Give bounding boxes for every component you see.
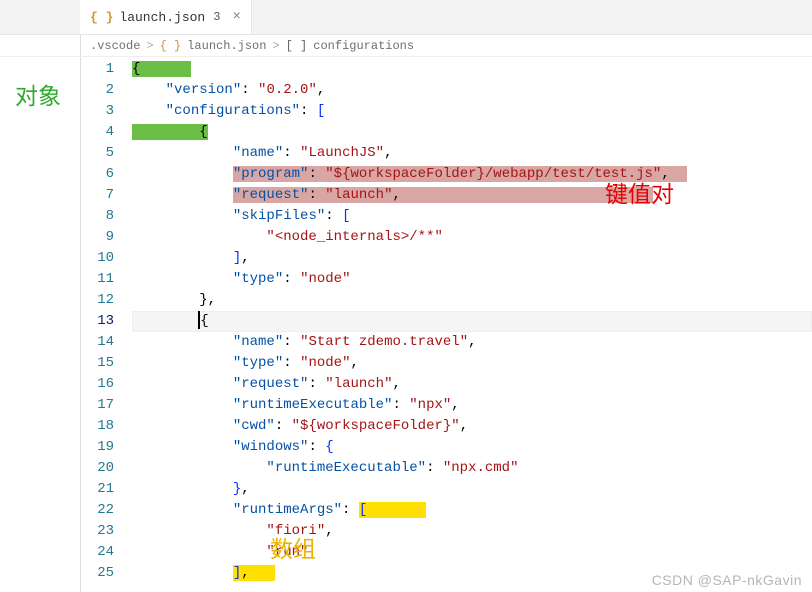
code-line: "fiori",	[132, 521, 812, 542]
json-icon: { }	[90, 10, 113, 25]
breadcrumb-folder[interactable]: .vscode	[90, 39, 140, 53]
code-line: "runtimeExecutable": "npx",	[132, 395, 812, 416]
code-line: "cwd": "${workspaceFolder}",	[132, 416, 812, 437]
code-line: "request": "launch",	[132, 374, 812, 395]
chevron-right-icon: >	[146, 39, 153, 53]
code-line: "windows": {	[132, 437, 812, 458]
code-line: "request": "launch",	[132, 185, 812, 206]
code-line: "<node_internals>/**"	[132, 227, 812, 248]
code-line: "version": "0.2.0",	[132, 80, 812, 101]
breadcrumb[interactable]: .vscode > { } launch.json > [ ] configur…	[0, 35, 812, 57]
breadcrumb-section[interactable]: configurations	[313, 39, 414, 53]
code-line: "name": "Start zdemo.travel",	[132, 332, 812, 353]
tab-filename: launch.json	[119, 10, 205, 25]
code-line: },	[132, 479, 812, 500]
code-line: "runtimeExecutable": "npx.cmd"	[132, 458, 812, 479]
code-line: "run"	[132, 542, 812, 563]
json-icon: { }	[160, 39, 182, 53]
watermark: CSDN @SAP-nkGavin	[652, 572, 802, 588]
chevron-right-icon: >	[272, 39, 279, 53]
close-icon[interactable]: ×	[232, 9, 240, 25]
code-area[interactable]: { "version": "0.2.0", "configurations": …	[132, 57, 812, 592]
code-line: },	[132, 290, 812, 311]
code-line: "program": "${workspaceFolder}/webapp/te…	[132, 164, 812, 185]
code-line: ],	[132, 248, 812, 269]
code-line: "name": "LaunchJS",	[132, 143, 812, 164]
code-line-active: {	[132, 311, 812, 332]
array-icon: [ ]	[286, 39, 308, 53]
tab-modified-badge: 3	[213, 10, 220, 24]
line-number-gutter: 1234 5678 9101112 13141516 17181920 2122…	[0, 57, 132, 592]
code-line: "type": "node"	[132, 269, 812, 290]
code-line: {	[132, 59, 812, 80]
tab-bar: { } launch.json 3 ×	[0, 0, 812, 35]
file-tab[interactable]: { } launch.json 3 ×	[80, 0, 252, 34]
code-line: "skipFiles": [	[132, 206, 812, 227]
breadcrumb-file[interactable]: launch.json	[187, 39, 266, 53]
code-line: {	[132, 122, 812, 143]
code-line: "type": "node",	[132, 353, 812, 374]
code-line: "configurations": [	[132, 101, 812, 122]
code-line: "runtimeArgs": [	[132, 500, 812, 521]
editor[interactable]: 1234 5678 9101112 13141516 17181920 2122…	[0, 57, 812, 592]
